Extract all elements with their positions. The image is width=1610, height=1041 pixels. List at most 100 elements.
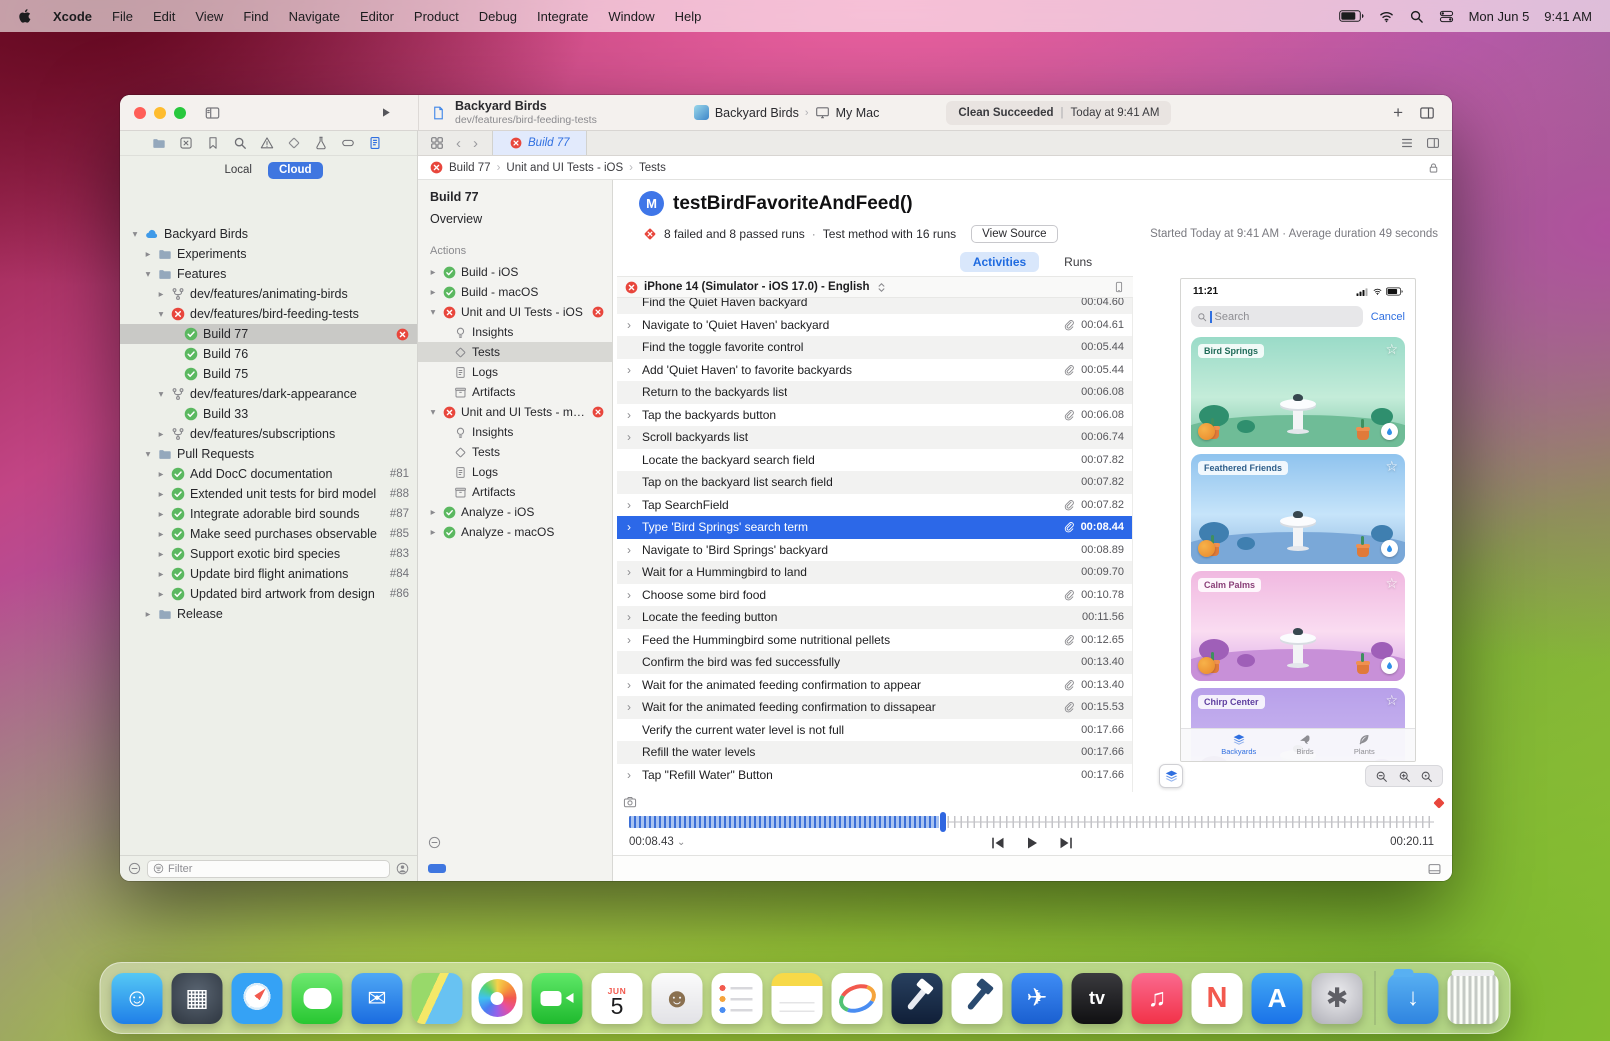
dock-maps[interactable]: [412, 973, 463, 1024]
test-step[interactable]: › Wait for a Hummingbird to land 00:09.7…: [617, 561, 1132, 584]
disclosure-icon[interactable]: ▸: [156, 469, 166, 480]
nav-item-build-77[interactable]: Build 77: [120, 324, 417, 344]
test-step[interactable]: Find the Quiet Haven backyard 00:04.60: [617, 298, 1132, 314]
device-header-row[interactable]: iPhone 14 (Simulator - iOS 17.0) - Engli…: [617, 276, 1133, 298]
sort-chevrons-icon[interactable]: [876, 282, 887, 293]
dock-facetime[interactable]: [532, 973, 583, 1024]
minimize-button[interactable]: [154, 107, 166, 119]
disclosure-icon[interactable]: ▸: [156, 589, 166, 600]
disclosure-icon[interactable]: ▾: [130, 229, 140, 240]
disclosure-icon[interactable]: ›: [627, 634, 636, 646]
favorite-star-button[interactable]: ☆: [1385, 458, 1398, 475]
add-editor-icon[interactable]: [1426, 136, 1440, 150]
disclosure-icon[interactable]: ›: [627, 521, 636, 533]
menu-find[interactable]: Find: [243, 9, 268, 24]
dock-messages[interactable]: [292, 973, 343, 1024]
back-button[interactable]: ‹: [456, 136, 461, 151]
tab-runs[interactable]: Runs: [1051, 252, 1105, 272]
menu-window[interactable]: Window: [608, 9, 654, 24]
editor-layout-icon[interactable]: [1418, 105, 1436, 121]
backyard-card-bird-springs[interactable]: Bird Springs ☆: [1191, 337, 1405, 447]
nav-item-experiments[interactable]: ▸ Experiments: [120, 244, 417, 264]
dock-trash[interactable]: [1448, 973, 1499, 1024]
scheme-selector[interactable]: Backyard Birds › My Mac: [694, 105, 879, 120]
dock-reminders[interactable]: [712, 973, 763, 1024]
view-source-button[interactable]: View Source: [971, 225, 1057, 243]
dock-finder[interactable]: ☺: [112, 973, 163, 1024]
menu-help[interactable]: Help: [675, 9, 702, 24]
menu-view[interactable]: View: [195, 9, 223, 24]
apple-menu-icon[interactable]: [18, 8, 33, 24]
nav-item-build-76[interactable]: Build 76: [120, 344, 417, 364]
favorite-star-button[interactable]: ☆: [1385, 692, 1398, 709]
disclosure-icon[interactable]: ▾: [428, 407, 438, 418]
nav-item-dev-features-animating-birds[interactable]: ▸ dev/features/animating-birds: [120, 284, 417, 304]
timeline-scrubber[interactable]: [629, 815, 1434, 829]
disclosure-icon[interactable]: ›: [627, 701, 636, 713]
action-insights[interactable]: Insights: [418, 322, 612, 342]
scope-local[interactable]: Local: [214, 162, 262, 178]
test-step[interactable]: › Navigate to 'Bird Springs' backyard 00…: [617, 539, 1132, 562]
test-step[interactable]: Locate the backyard search field 00:07.8…: [617, 449, 1132, 472]
breadcrumb-action[interactable]: Unit and UI Tests - iOS: [506, 162, 623, 174]
related-items-grid-icon[interactable]: [430, 136, 444, 150]
minus-circle-icon[interactable]: [428, 836, 441, 849]
warning-navigator-icon[interactable]: [260, 136, 274, 150]
action-unit-and-ui-tests-ios[interactable]: ▾ Unit and UI Tests - iOS: [418, 302, 612, 322]
disclosure-icon[interactable]: ▸: [156, 549, 166, 560]
nav-item-updated-bird-artwork-from-design[interactable]: ▸ Updated bird artwork from design #86: [120, 584, 417, 604]
nav-item-add-docc-documentation[interactable]: ▸ Add DocC documentation #81: [120, 464, 417, 484]
nav-item-build-75[interactable]: Build 75: [120, 364, 417, 384]
timeline-playhead[interactable]: [940, 812, 946, 832]
sidebar-item-overview[interactable]: Overview: [418, 206, 612, 232]
test-step[interactable]: › Locate the feeding button 00:11.56: [617, 606, 1132, 629]
test-step[interactable]: Tap on the backyard list search field 00…: [617, 471, 1132, 494]
dock-contacts[interactable]: ☻: [652, 973, 703, 1024]
test-step[interactable]: › Navigate to 'Quiet Haven' backyard 00:…: [617, 314, 1132, 337]
action-build-ios[interactable]: ▸ Build - iOS: [418, 262, 612, 282]
menu-edit[interactable]: Edit: [153, 9, 175, 24]
dock-news[interactable]: N: [1192, 973, 1243, 1024]
water-button[interactable]: [1381, 540, 1398, 557]
list-view-icon[interactable]: [1400, 136, 1414, 150]
test-step[interactable]: › Scroll backyards list 00:06.74: [617, 426, 1132, 449]
test-step[interactable]: › Tap "Refill Water" Button 00:17.66: [617, 764, 1132, 787]
sim-tab-birds[interactable]: Birds: [1297, 733, 1314, 756]
avatar-icon[interactable]: [396, 862, 409, 875]
dock-launchpad[interactable]: ▦: [172, 973, 223, 1024]
sim-tab-plants[interactable]: Plants: [1354, 733, 1375, 756]
dock-downloads[interactable]: ↓: [1388, 973, 1439, 1024]
toggle-sidebar-icon[interactable]: [204, 105, 221, 121]
nav-item-dev-features-bird-feeding-tests[interactable]: ▾ dev/features/bird-feeding-tests: [120, 304, 417, 324]
action-analyze-macos[interactable]: ▸ Analyze - macOS: [418, 522, 612, 542]
dock-testflight[interactable]: ✈: [1012, 973, 1063, 1024]
disclosure-icon[interactable]: ›: [627, 769, 636, 781]
forward-button[interactable]: ›: [473, 136, 478, 151]
dock-freeform[interactable]: [832, 973, 883, 1024]
test-step[interactable]: › Wait for the animated feeding confirma…: [617, 674, 1132, 697]
test-step[interactable]: Confirm the bird was fed successfully 00…: [617, 651, 1132, 674]
cancel-button[interactable]: Cancel: [1371, 311, 1405, 323]
action-build-macos[interactable]: ▸ Build - macOS: [418, 282, 612, 302]
menu-app-name[interactable]: Xcode: [53, 9, 92, 24]
library-add-button[interactable]: +: [1387, 104, 1409, 121]
bookmark-navigator-icon[interactable]: [206, 136, 220, 150]
breadcrumb-tests[interactable]: Tests: [639, 162, 666, 174]
action-tests[interactable]: Tests: [418, 342, 612, 362]
dock-photos[interactable]: [472, 973, 523, 1024]
disclosure-icon[interactable]: ▾: [156, 309, 166, 320]
favorite-star-button[interactable]: ☆: [1385, 341, 1398, 358]
nav-item-features[interactable]: ▾ Features: [120, 264, 417, 284]
failure-marker[interactable]: [1433, 797, 1444, 808]
beaker-navigator-icon[interactable]: [314, 136, 328, 150]
play-button[interactable]: [1024, 835, 1040, 851]
activity-status[interactable]: Clean Succeeded | Today at 9:41 AM: [946, 101, 1171, 125]
filter-input[interactable]: Filter: [147, 860, 390, 878]
disclosure-icon[interactable]: ▸: [143, 609, 153, 620]
zoom-out-button[interactable]: [1375, 770, 1388, 783]
test-step[interactable]: › Wait for the animated feeding confirma…: [617, 696, 1132, 719]
menu-debug[interactable]: Debug: [479, 9, 517, 24]
disclosure-icon[interactable]: ▸: [156, 569, 166, 580]
dock-developer[interactable]: [952, 973, 1003, 1024]
backyard-card-calm-palms[interactable]: Calm Palms ☆: [1191, 571, 1405, 681]
